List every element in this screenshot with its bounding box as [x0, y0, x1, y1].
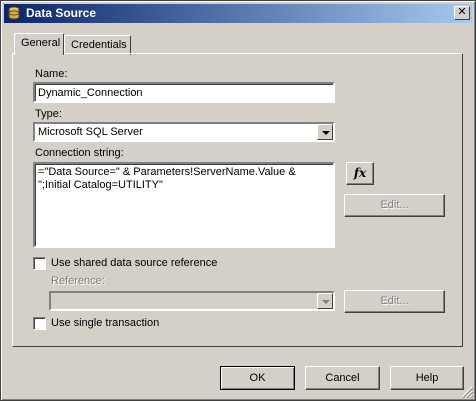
- ok-button[interactable]: OK: [220, 366, 295, 390]
- close-button[interactable]: ✕: [454, 6, 470, 20]
- resize-grip-icon[interactable]: [461, 386, 473, 398]
- data-source-icon: [8, 6, 20, 20]
- tab-credentials-label: Credentials: [71, 39, 127, 51]
- close-icon: ✕: [457, 6, 467, 18]
- title-bar[interactable]: Data Source ✕: [4, 4, 472, 23]
- window-title: Data Source: [26, 6, 97, 20]
- ok-button-label: OK: [249, 372, 266, 384]
- tab-credentials[interactable]: Credentials: [64, 35, 131, 55]
- tab-general-label: General: [21, 37, 61, 49]
- data-source-dialog: Data Source ✕ General Credentials Name: …: [0, 0, 476, 401]
- cancel-button-label: Cancel: [325, 372, 360, 384]
- cancel-button[interactable]: Cancel: [305, 366, 380, 390]
- help-button-label: Help: [415, 372, 439, 384]
- help-button[interactable]: Help: [390, 366, 464, 390]
- general-tab-panel: [12, 53, 463, 347]
- tab-general[interactable]: General: [14, 33, 64, 55]
